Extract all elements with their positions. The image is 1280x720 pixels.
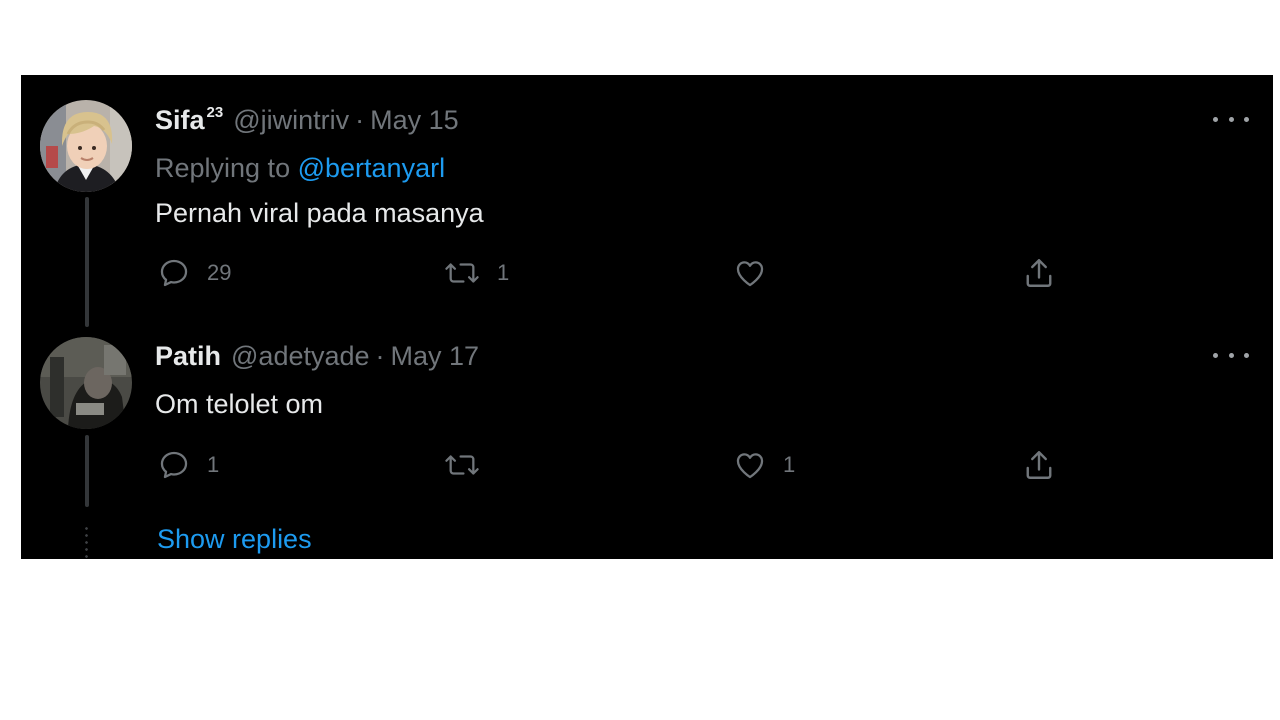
like-count: 1 <box>783 452 796 477</box>
thread-more-dots <box>85 525 88 559</box>
avatar[interactable] <box>40 100 132 192</box>
thread-connector-line <box>85 435 89 507</box>
display-name[interactable]: Sifa <box>155 104 205 136</box>
like-button[interactable]: 1 <box>733 445 795 485</box>
reply-icon <box>157 448 191 482</box>
retweet-button[interactable]: 1 <box>443 253 509 293</box>
reply-count: 1 <box>207 452 220 477</box>
share-button[interactable] <box>1021 445 1073 485</box>
reply-icon <box>157 256 191 290</box>
heart-icon <box>733 448 767 482</box>
share-button[interactable] <box>1021 253 1073 293</box>
display-name[interactable]: Patih <box>155 340 221 372</box>
retweet-icon <box>443 448 481 482</box>
retweet-button[interactable] <box>443 445 497 485</box>
show-replies-link[interactable]: Show replies <box>157 523 312 555</box>
tweet-text: Om telolet om <box>155 389 324 419</box>
heart-icon <box>733 256 767 290</box>
retweet-icon <box>443 256 481 290</box>
timestamp[interactable]: May 15 <box>370 105 459 135</box>
share-icon <box>1021 255 1057 291</box>
retweet-count: 1 <box>497 260 510 285</box>
handle[interactable]: @jiwintriv <box>233 105 349 135</box>
tweet-header: Patih @adetyade · May 17 <box>155 340 479 372</box>
like-button[interactable] <box>733 253 783 293</box>
timestamp[interactable]: May 17 <box>391 341 480 371</box>
more-horizontal-icon <box>1213 352 1249 358</box>
more-horizontal-icon <box>1213 116 1249 122</box>
avatar[interactable] <box>40 337 132 429</box>
more-options-button[interactable] <box>1213 345 1249 365</box>
tweet-meta: @adetyade · May 17 <box>231 340 479 372</box>
tweet-header: Sifa 23 @jiwintriv · May 15 <box>155 104 459 141</box>
reply-count: 29 <box>207 260 232 285</box>
reply-button[interactable]: 29 <box>157 253 231 293</box>
share-icon <box>1021 447 1057 483</box>
more-options-button[interactable] <box>1213 109 1249 129</box>
replying-to-mention[interactable]: @bertanyarl <box>298 153 445 183</box>
replying-to-label: Replying to <box>155 153 291 183</box>
tweet-text: Pernah viral pada masanya <box>155 198 484 228</box>
handle[interactable]: @adetyade <box>231 341 370 371</box>
thread-connector-line <box>85 197 89 327</box>
display-name-superscript: 23 <box>206 104 224 121</box>
tweet-thread-panel: Sifa 23 @jiwintriv · May 15 Replying to @b… <box>21 75 1273 559</box>
meta-separator: · <box>375 341 385 371</box>
tweet-meta: @jiwintriv · May 15 <box>233 104 458 136</box>
reply-button[interactable]: 1 <box>157 445 219 485</box>
replying-to: Replying to @bertanyarl <box>155 152 445 184</box>
meta-separator: · <box>355 105 365 135</box>
